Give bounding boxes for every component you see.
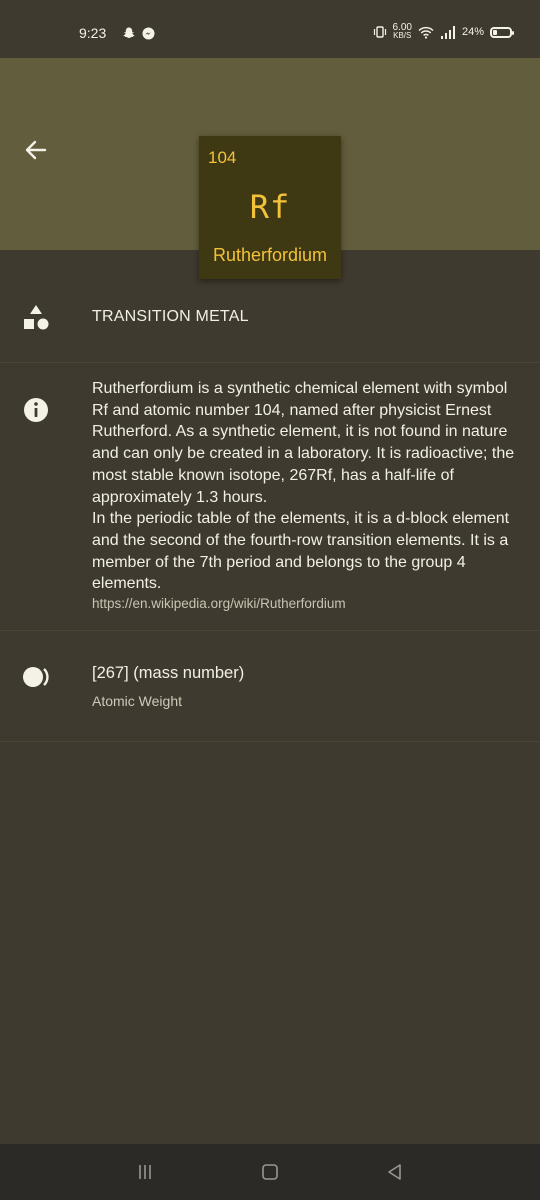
category-row: TRANSITION METAL [0, 282, 540, 363]
notification-icons [122, 26, 155, 40]
category-label: TRANSITION METAL [92, 308, 249, 325]
messenger-icon [142, 27, 155, 39]
weight-icon [23, 667, 49, 687]
shapes-icon [24, 305, 49, 330]
navigation-bar [0, 1144, 540, 1200]
network-speed-unit: KB/S [393, 31, 412, 40]
info-icon [24, 398, 48, 422]
element-tile: 104 Rf Rutherfordium [199, 136, 341, 279]
network-speed: 6.00 KB/S [393, 23, 412, 40]
atomic-weight-value: [267] (mass number) [92, 664, 245, 682]
signal-icon [440, 26, 455, 39]
back-arrow-icon[interactable] [22, 136, 50, 164]
battery-icon [490, 26, 514, 38]
snapchat-icon [123, 27, 135, 38]
element-description: Rutherfordium is a synthetic chemical el… [92, 378, 520, 595]
element-symbol: Rf [249, 188, 291, 226]
element-name: Rutherfordium [212, 245, 328, 265]
description-text: Rutherfordium is a synthetic chemical el… [92, 380, 515, 593]
atomic-weight-row: [267] (mass number) Atomic Weight [0, 631, 540, 742]
vibrate-icon [373, 26, 386, 38]
status-time: 9:23 [79, 25, 107, 41]
back-triangle-icon[interactable] [385, 1162, 405, 1182]
wikipedia-link[interactable]: https://en.wikipedia.org/wiki/Rutherford… [92, 596, 520, 611]
battery-fill [493, 29, 497, 35]
status-bar: 9:23 6.00 KB/S 24% [0, 0, 540, 58]
battery-percent: 24% [461, 26, 484, 38]
system-icons: 6.00 KB/S 24% [373, 23, 514, 40]
description-row: Rutherfordium is a synthetic chemical el… [0, 363, 540, 631]
atomic-number: 104 [208, 148, 237, 167]
wifi-icon [418, 26, 434, 39]
home-icon[interactable] [260, 1162, 280, 1182]
atomic-weight-label: Atomic Weight [92, 693, 182, 709]
recent-apps-icon[interactable] [135, 1162, 155, 1182]
